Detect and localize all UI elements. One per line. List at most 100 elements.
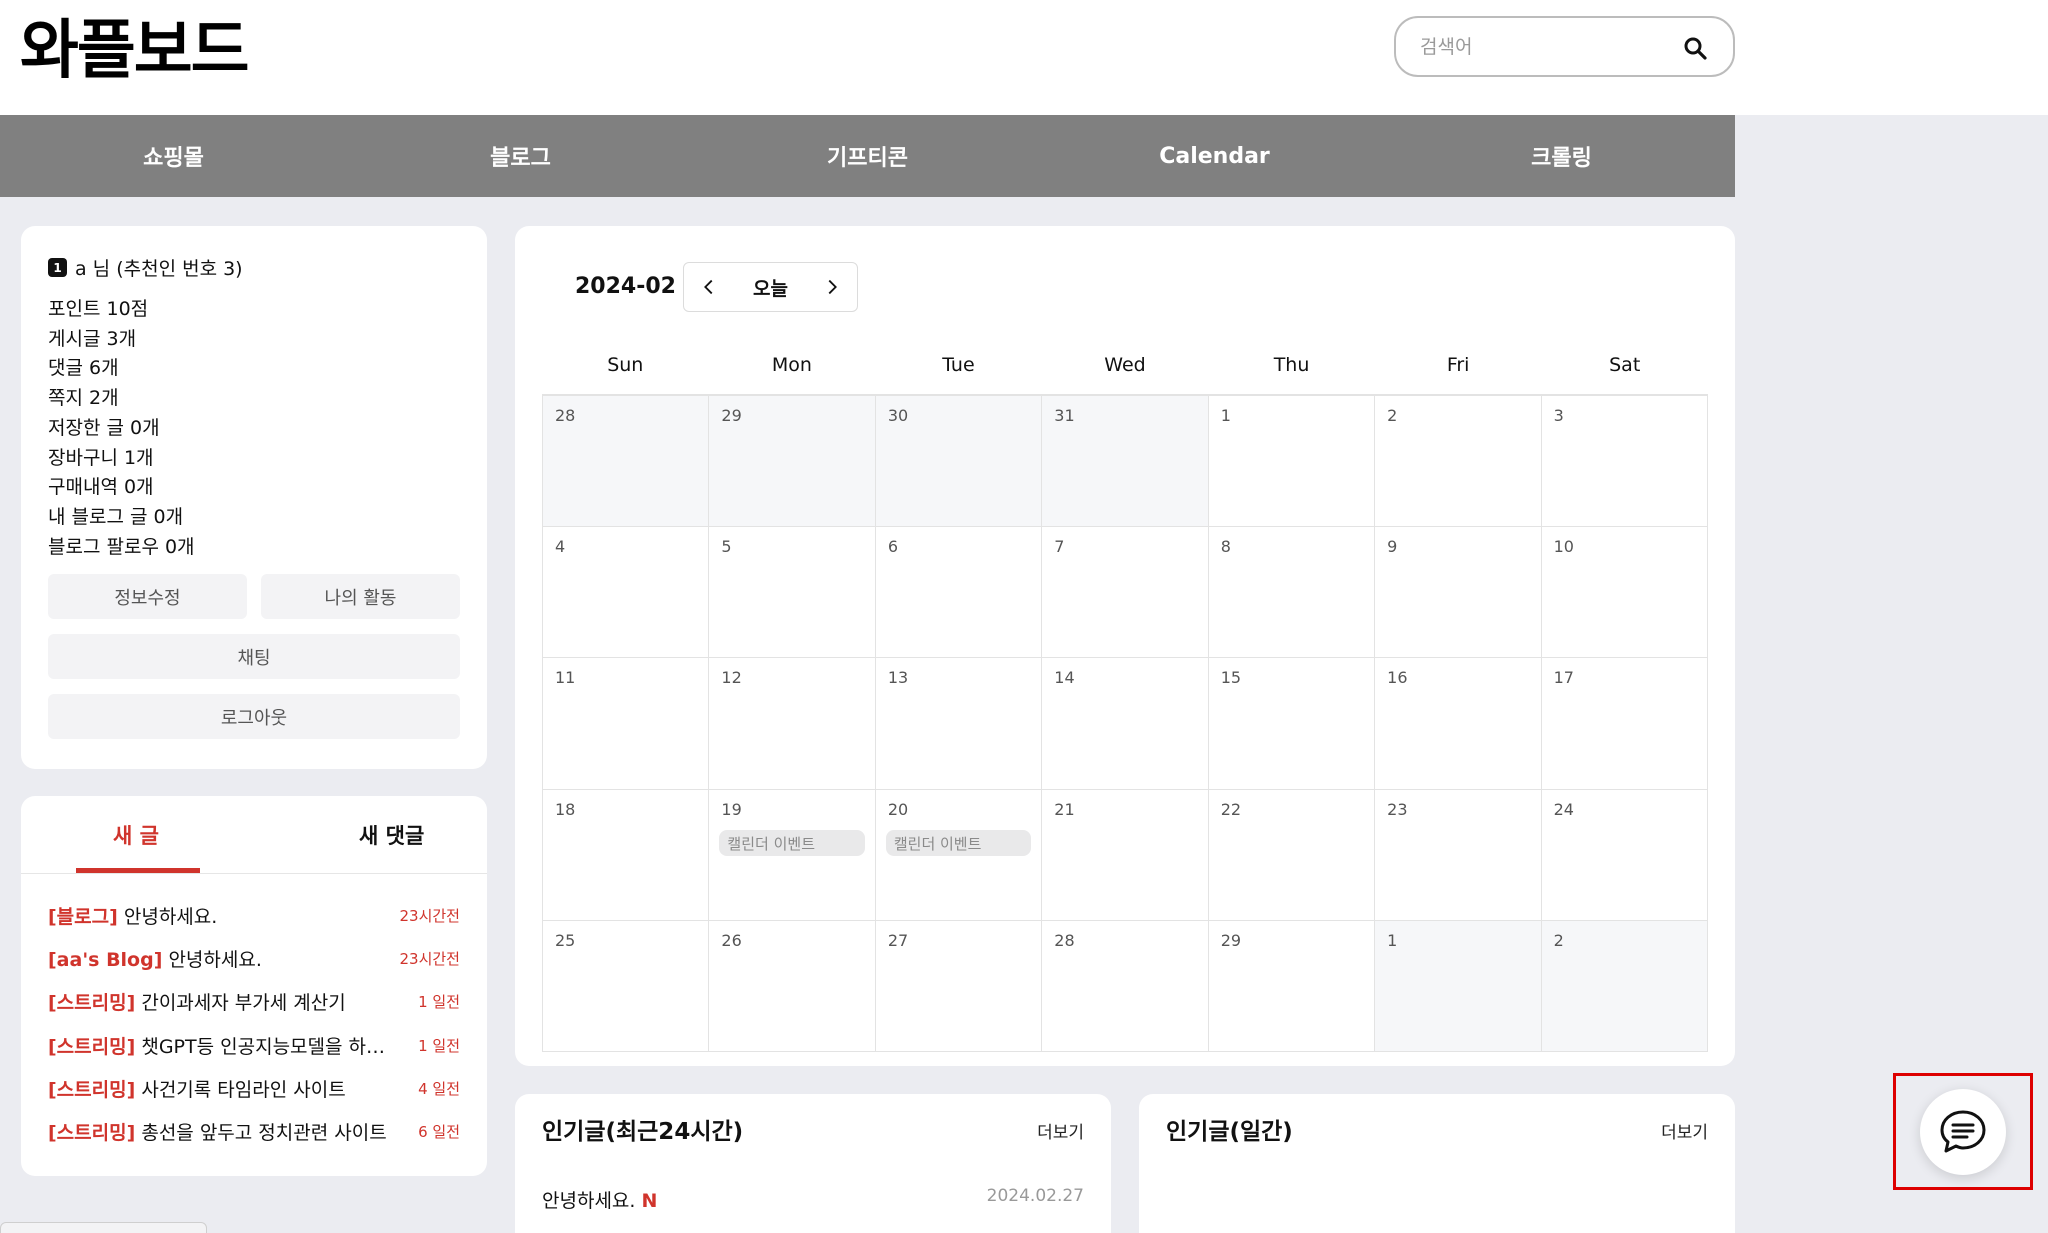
- tab-new-comments[interactable]: 새 댓글: [359, 820, 424, 850]
- calendar-day-cell[interactable]: 27: [875, 920, 1043, 1052]
- calendar-day-number: 30: [887, 406, 909, 425]
- calendar-day-cell[interactable]: 5: [709, 527, 876, 659]
- today-button[interactable]: 오늘: [753, 274, 788, 301]
- chevron-right-icon[interactable]: [821, 276, 843, 298]
- popular-daily-card: 인기글(일간) 더보기: [1139, 1094, 1735, 1233]
- post-title: 간이과세자 부가세 계산기: [141, 992, 346, 1015]
- nav-item-blog[interactable]: 블로그: [347, 115, 694, 197]
- stat-cart[interactable]: 장바구니 1개: [48, 444, 460, 474]
- logout-button[interactable]: 로그아웃: [48, 694, 460, 740]
- calendar-day-cell[interactable]: 18: [543, 789, 710, 921]
- chat-button[interactable]: 채팅: [48, 634, 460, 680]
- search-box[interactable]: [1394, 16, 1735, 77]
- popular-post-title-line: 안녕하세요. N: [542, 1186, 657, 1213]
- calendar-day-cell[interactable]: 20 캘린더 이벤트: [875, 789, 1043, 921]
- list-item[interactable]: [스트리밍] 사건기록 타임라인 사이트 4 일전: [48, 1067, 460, 1110]
- calendar-day-cell[interactable]: 3: [1541, 396, 1708, 528]
- calendar-day-cell[interactable]: 24: [1541, 789, 1708, 921]
- my-activity-button[interactable]: 나의 활동: [261, 574, 460, 620]
- chevron-left-icon[interactable]: [698, 276, 720, 298]
- calendar-day-cell[interactable]: 22: [1208, 789, 1376, 921]
- main-nav: 쇼핑몰 블로그 기프티콘 Calendar 크롤링: [0, 115, 1735, 197]
- calendar-day-number: 15: [1220, 668, 1242, 688]
- calendar-day-cell[interactable]: 6: [875, 527, 1043, 659]
- weekday-label: Fri: [1446, 354, 1470, 376]
- calendar-day-cell[interactable]: 7: [1042, 527, 1209, 659]
- post-time: 4 일전: [418, 1079, 460, 1098]
- list-item[interactable]: 안녕하세요. N 2024.02.27: [542, 1186, 1084, 1213]
- calendar-day-number: 11: [555, 668, 576, 688]
- calendar-day-cell[interactable]: 31: [1042, 396, 1209, 528]
- calendar-event[interactable]: 캘린더 이벤트: [719, 829, 865, 856]
- calendar-day-cell[interactable]: 16: [1375, 658, 1542, 790]
- calendar-day-cell[interactable]: 21: [1042, 789, 1209, 921]
- stat-orders[interactable]: 구매내역 0개: [48, 473, 460, 503]
- calendar-day-cell[interactable]: 13: [875, 658, 1043, 790]
- popular-daily-more-link[interactable]: 더보기: [1661, 1118, 1708, 1143]
- calendar-day-cell[interactable]: 26: [709, 920, 876, 1052]
- nav-item-calendar[interactable]: Calendar: [1041, 115, 1388, 197]
- profile-name: a 님 (추천인 번호 3): [75, 258, 243, 280]
- list-item[interactable]: [스트리밍] 챗GPT등 인공지능모델을 하… 1 일전: [48, 1024, 460, 1067]
- site-logo[interactable]: 와플보드: [20, 8, 250, 94]
- calendar-day-cell[interactable]: 29: [1208, 920, 1376, 1052]
- calendar-day-cell[interactable]: 10: [1541, 527, 1708, 659]
- calendar-day-number: 26: [721, 930, 742, 950]
- stat-comments[interactable]: 댓글 6개: [48, 354, 460, 384]
- post-category: [스트리밍]: [48, 992, 136, 1015]
- calendar-month: 2024-02: [575, 274, 676, 299]
- calendar-day-cell[interactable]: 30: [875, 396, 1043, 528]
- calendar-day-cell[interactable]: 9: [1375, 527, 1542, 659]
- popular-24h-card: 인기글(최근24시간) 더보기 안녕하세요. N 2024.02.27: [515, 1094, 1111, 1233]
- stat-posts[interactable]: 게시글 3개: [48, 325, 460, 355]
- calendar-day-cell[interactable]: 1: [1375, 920, 1542, 1052]
- post-title: 총선을 앞두고 정치관련 사이트: [141, 1122, 387, 1145]
- stat-points[interactable]: 포인트 10점: [48, 295, 460, 325]
- nav-item-gifticon[interactable]: 기프티콘: [694, 115, 1041, 197]
- list-item[interactable]: [스트리밍] 총선을 앞두고 정치관련 사이트 6 일전: [48, 1110, 460, 1153]
- list-item[interactable]: [스트리밍] 간이과세자 부가세 계산기 1 일전: [48, 980, 460, 1023]
- calendar-day-cell[interactable]: 14: [1042, 658, 1209, 790]
- calendar-day-cell[interactable]: 23: [1375, 789, 1542, 921]
- stat-blog-follow[interactable]: 블로그 팔로우 0개: [48, 533, 460, 563]
- calendar-day-cell[interactable]: 2: [1541, 920, 1708, 1052]
- calendar-day-cell[interactable]: 4: [543, 527, 710, 659]
- popular-24h-more-link[interactable]: 더보기: [1037, 1118, 1084, 1143]
- nav-item-crawling[interactable]: 크롤링: [1388, 115, 1735, 197]
- list-item[interactable]: [aa's Blog] 안녕하세요. 23시간전: [48, 937, 460, 980]
- chat-fab-button[interactable]: [1920, 1089, 2006, 1175]
- calendar-day-number: 1: [1220, 406, 1231, 425]
- search-icon[interactable]: [1683, 36, 1707, 60]
- stat-messages[interactable]: 쪽지 2개: [48, 384, 460, 414]
- calendar-day-cell[interactable]: 1: [1208, 396, 1376, 528]
- calendar-card: 2024-02 오늘 Sun Mon Tue Wed Thu Fri Sat 2…: [515, 226, 1735, 1066]
- post-category: [aa's Blog]: [48, 949, 163, 972]
- calendar-day-cell[interactable]: 12: [709, 658, 876, 790]
- calendar-day-cell[interactable]: 15: [1208, 658, 1376, 790]
- popular-daily-title: 인기글(일간): [1166, 1119, 1293, 1145]
- weekday-label: Wed: [1104, 354, 1146, 376]
- post-time: 23시간전: [399, 907, 461, 926]
- stat-my-blog[interactable]: 내 블로그 글 0개: [48, 503, 460, 533]
- chat-bubble-icon: [1940, 1110, 1986, 1153]
- calendar-day-cell[interactable]: 2: [1375, 396, 1542, 528]
- calendar-day-number: 13: [887, 668, 909, 688]
- post-title: 안녕하세요.: [123, 906, 218, 929]
- calendar-day-cell[interactable]: 28: [1042, 920, 1209, 1052]
- calendar-day-cell[interactable]: 29: [709, 396, 876, 528]
- calendar-day-cell[interactable]: 19 캘린더 이벤트: [709, 789, 876, 921]
- calendar-day-cell[interactable]: 8: [1208, 527, 1376, 659]
- tab-new-posts[interactable]: 새 글: [113, 820, 159, 850]
- calendar-day-cell[interactable]: 25: [543, 920, 710, 1052]
- calendar-event[interactable]: 캘린더 이벤트: [885, 829, 1032, 856]
- nav-item-shopping[interactable]: 쇼핑몰: [0, 115, 347, 197]
- calendar-day-cell[interactable]: 17: [1541, 658, 1708, 790]
- search-input[interactable]: [1420, 28, 1670, 66]
- edit-info-button[interactable]: 정보수정: [48, 574, 247, 620]
- bottom-edge-tab[interactable]: [0, 1222, 207, 1233]
- calendar-day-cell[interactable]: 11: [543, 658, 710, 790]
- stat-saved[interactable]: 저장한 글 0개: [48, 414, 460, 444]
- list-item[interactable]: [블로그] 안녕하세요. 23시간전: [48, 894, 460, 937]
- calendar-day-number: 14: [1054, 668, 1075, 688]
- calendar-day-cell[interactable]: 28: [543, 396, 710, 528]
